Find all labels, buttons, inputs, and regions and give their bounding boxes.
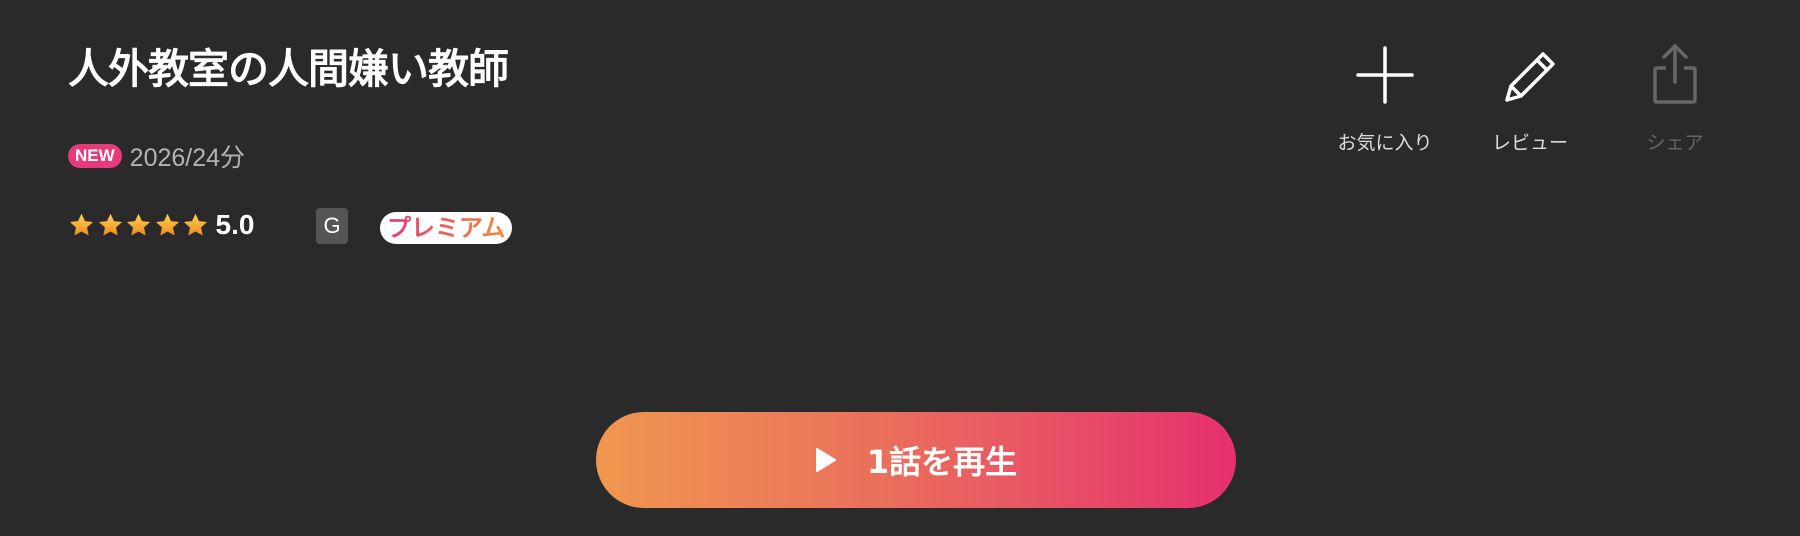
rating: 5.0 <box>68 205 254 245</box>
premium-label: プレミアム <box>387 214 506 242</box>
favorite-label: お気に入り <box>1337 132 1433 154</box>
rating-stars <box>68 212 211 239</box>
page-title: 人外教室の人間嫌い教師 <box>68 45 509 93</box>
favorite-button[interactable]: お気に入り <box>1320 40 1450 155</box>
plus-icon <box>1356 46 1414 104</box>
star-icon <box>126 213 151 236</box>
year-duration: 2026/24分 <box>129 144 246 172</box>
star-icon <box>69 213 94 236</box>
meta-row: NEW 2026/24分 <box>68 139 245 173</box>
new-badge: NEW <box>68 144 122 168</box>
play-button[interactable]: 1話を再生 <box>596 412 1236 508</box>
star-icon <box>183 213 208 236</box>
age-rating-badge: G <box>316 208 348 244</box>
review-button[interactable]: レビュー <box>1465 40 1595 155</box>
play-icon <box>815 448 836 472</box>
share-label: シェア <box>1646 132 1704 154</box>
premium-badge: プレミアム <box>380 212 513 244</box>
play-label: 1話を再生 <box>866 443 1018 481</box>
rating-value: 5.0 <box>215 209 255 240</box>
action-buttons: お気に入り レビュー シェア <box>1320 40 1740 160</box>
star-icon <box>98 213 122 236</box>
star-icon <box>155 213 179 236</box>
review-label: レビュー <box>1491 132 1568 154</box>
share-button[interactable]: シェア <box>1610 40 1740 155</box>
pencil-icon <box>1505 52 1555 102</box>
share-icon <box>1653 44 1697 104</box>
